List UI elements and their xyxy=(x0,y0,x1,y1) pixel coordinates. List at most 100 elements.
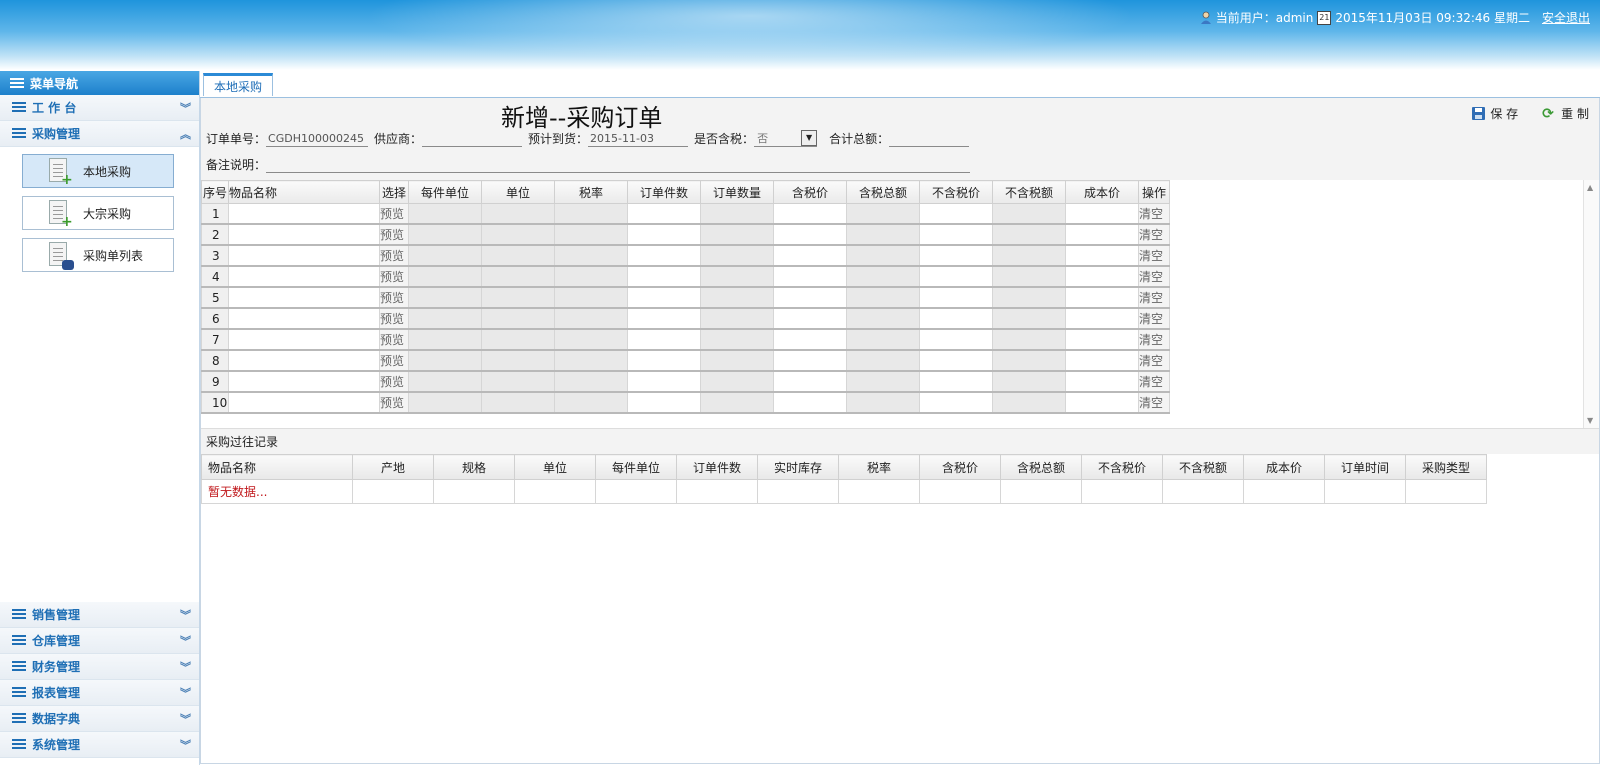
preview-button[interactable]: 预览 xyxy=(379,203,409,225)
grid-cell[interactable] xyxy=(773,286,847,309)
grid-cell[interactable] xyxy=(1065,223,1139,246)
grid-cell[interactable] xyxy=(992,370,1066,393)
grid-cell[interactable] xyxy=(554,286,628,309)
clear-button[interactable]: 清空 xyxy=(1138,307,1170,330)
grid-cell[interactable] xyxy=(554,349,628,372)
submenu-purchase-list[interactable]: 采购单列表 xyxy=(22,238,174,272)
grid-cell[interactable] xyxy=(554,370,628,393)
item-name-cell[interactable] xyxy=(228,349,380,372)
grid-cell[interactable] xyxy=(700,349,774,372)
sidebar-section[interactable]: 财务管理 ︾ xyxy=(0,654,199,680)
remark-field[interactable] xyxy=(266,156,971,173)
grid-cell[interactable] xyxy=(919,203,993,225)
grid-cell[interactable] xyxy=(846,244,920,267)
grid-cell[interactable] xyxy=(773,203,847,225)
grid-cell[interactable] xyxy=(1065,265,1139,288)
sidebar-section[interactable]: 报表管理 ︾ xyxy=(0,680,199,706)
item-name-cell[interactable] xyxy=(228,203,380,225)
grid-cell[interactable] xyxy=(773,307,847,330)
grid-cell[interactable] xyxy=(846,203,920,225)
grid-cell[interactable] xyxy=(992,286,1066,309)
grid-cell[interactable] xyxy=(481,370,555,393)
grid-cell[interactable] xyxy=(554,244,628,267)
grid-cell[interactable] xyxy=(700,244,774,267)
grid-cell[interactable] xyxy=(700,223,774,246)
grid-cell[interactable] xyxy=(408,328,482,351)
grid-cell[interactable] xyxy=(919,328,993,351)
item-name-cell[interactable] xyxy=(228,223,380,246)
item-name-cell[interactable] xyxy=(228,328,380,351)
grid-cell[interactable] xyxy=(773,370,847,393)
grid-cell[interactable] xyxy=(408,391,482,414)
preview-button[interactable]: 预览 xyxy=(379,391,409,414)
grid-cell[interactable] xyxy=(700,307,774,330)
grid-cell[interactable] xyxy=(408,265,482,288)
clear-button[interactable]: 清空 xyxy=(1138,244,1170,267)
clear-button[interactable]: 清空 xyxy=(1138,265,1170,288)
grid-cell[interactable] xyxy=(919,370,993,393)
item-name-cell[interactable] xyxy=(228,286,380,309)
item-name-cell[interactable] xyxy=(228,370,380,393)
sidebar-section[interactable]: 数据字典 ︾ xyxy=(0,706,199,732)
grid-cell[interactable] xyxy=(773,265,847,288)
grid-cell[interactable] xyxy=(773,328,847,351)
grid-cell[interactable] xyxy=(700,391,774,414)
sidebar-section[interactable]: 仓库管理 ︾ xyxy=(0,628,199,654)
grid-cell[interactable] xyxy=(627,244,701,267)
grid-cell[interactable] xyxy=(700,286,774,309)
grid-cell[interactable] xyxy=(554,265,628,288)
submenu-local-purchase[interactable]: + 本地采购 xyxy=(22,154,174,188)
grid-cell[interactable] xyxy=(846,286,920,309)
grid-cell[interactable] xyxy=(408,370,482,393)
grid-cell[interactable] xyxy=(773,244,847,267)
preview-button[interactable]: 预览 xyxy=(379,370,409,393)
grid-cell[interactable] xyxy=(408,286,482,309)
grid-cell[interactable] xyxy=(1065,286,1139,309)
grid-cell[interactable] xyxy=(627,203,701,225)
scroll-down-icon[interactable]: ▼ xyxy=(1587,416,1593,425)
reset-button[interactable]: ⟳ 重 制 xyxy=(1542,105,1589,122)
sidebar-section[interactable]: 销售管理 ︾ xyxy=(0,602,199,628)
grid-cell[interactable] xyxy=(846,328,920,351)
grid-cell[interactable] xyxy=(554,328,628,351)
grid-cell[interactable] xyxy=(1065,370,1139,393)
grid-cell[interactable] xyxy=(992,307,1066,330)
grid-cell[interactable] xyxy=(1065,203,1139,225)
grid-cell[interactable] xyxy=(846,223,920,246)
grid-cell[interactable] xyxy=(408,349,482,372)
grid-cell[interactable] xyxy=(1065,391,1139,414)
grid-cell[interactable] xyxy=(408,223,482,246)
grid-cell[interactable] xyxy=(1065,349,1139,372)
grid-cell[interactable] xyxy=(992,328,1066,351)
grid-cell[interactable] xyxy=(1065,244,1139,267)
grid-cell[interactable] xyxy=(992,223,1066,246)
grid-cell[interactable] xyxy=(627,265,701,288)
preview-button[interactable]: 预览 xyxy=(379,265,409,288)
grid-cell[interactable] xyxy=(554,391,628,414)
clear-button[interactable]: 清空 xyxy=(1138,286,1170,309)
grid-cell[interactable] xyxy=(700,265,774,288)
grid-cell[interactable] xyxy=(408,307,482,330)
grid-cell[interactable] xyxy=(700,370,774,393)
grid-cell[interactable] xyxy=(481,328,555,351)
grid-cell[interactable] xyxy=(481,265,555,288)
eta-date-field[interactable] xyxy=(588,130,689,147)
grid-cell[interactable] xyxy=(627,307,701,330)
grid-cell[interactable] xyxy=(846,349,920,372)
grid-cell[interactable] xyxy=(554,307,628,330)
grid-cell[interactable] xyxy=(1065,307,1139,330)
grid-cell[interactable] xyxy=(919,391,993,414)
grid-cell[interactable] xyxy=(627,349,701,372)
grid-cell[interactable] xyxy=(919,307,993,330)
order-no-field[interactable] xyxy=(266,130,369,147)
logout-link[interactable]: 安全退出 xyxy=(1542,9,1590,26)
grid-cell[interactable] xyxy=(481,349,555,372)
grid-cell[interactable] xyxy=(773,223,847,246)
scroll-up-icon[interactable]: ▲ xyxy=(1587,183,1593,192)
grid-cell[interactable] xyxy=(992,244,1066,267)
grid-cell[interactable] xyxy=(919,265,993,288)
sidebar-section-purchase[interactable]: 采购管理 ︽ xyxy=(0,121,199,147)
vertical-scrollbar[interactable]: ▲ ▼ xyxy=(1583,180,1599,428)
tab-local-purchase[interactable]: 本地采购 xyxy=(203,73,274,96)
grid-cell[interactable] xyxy=(773,391,847,414)
